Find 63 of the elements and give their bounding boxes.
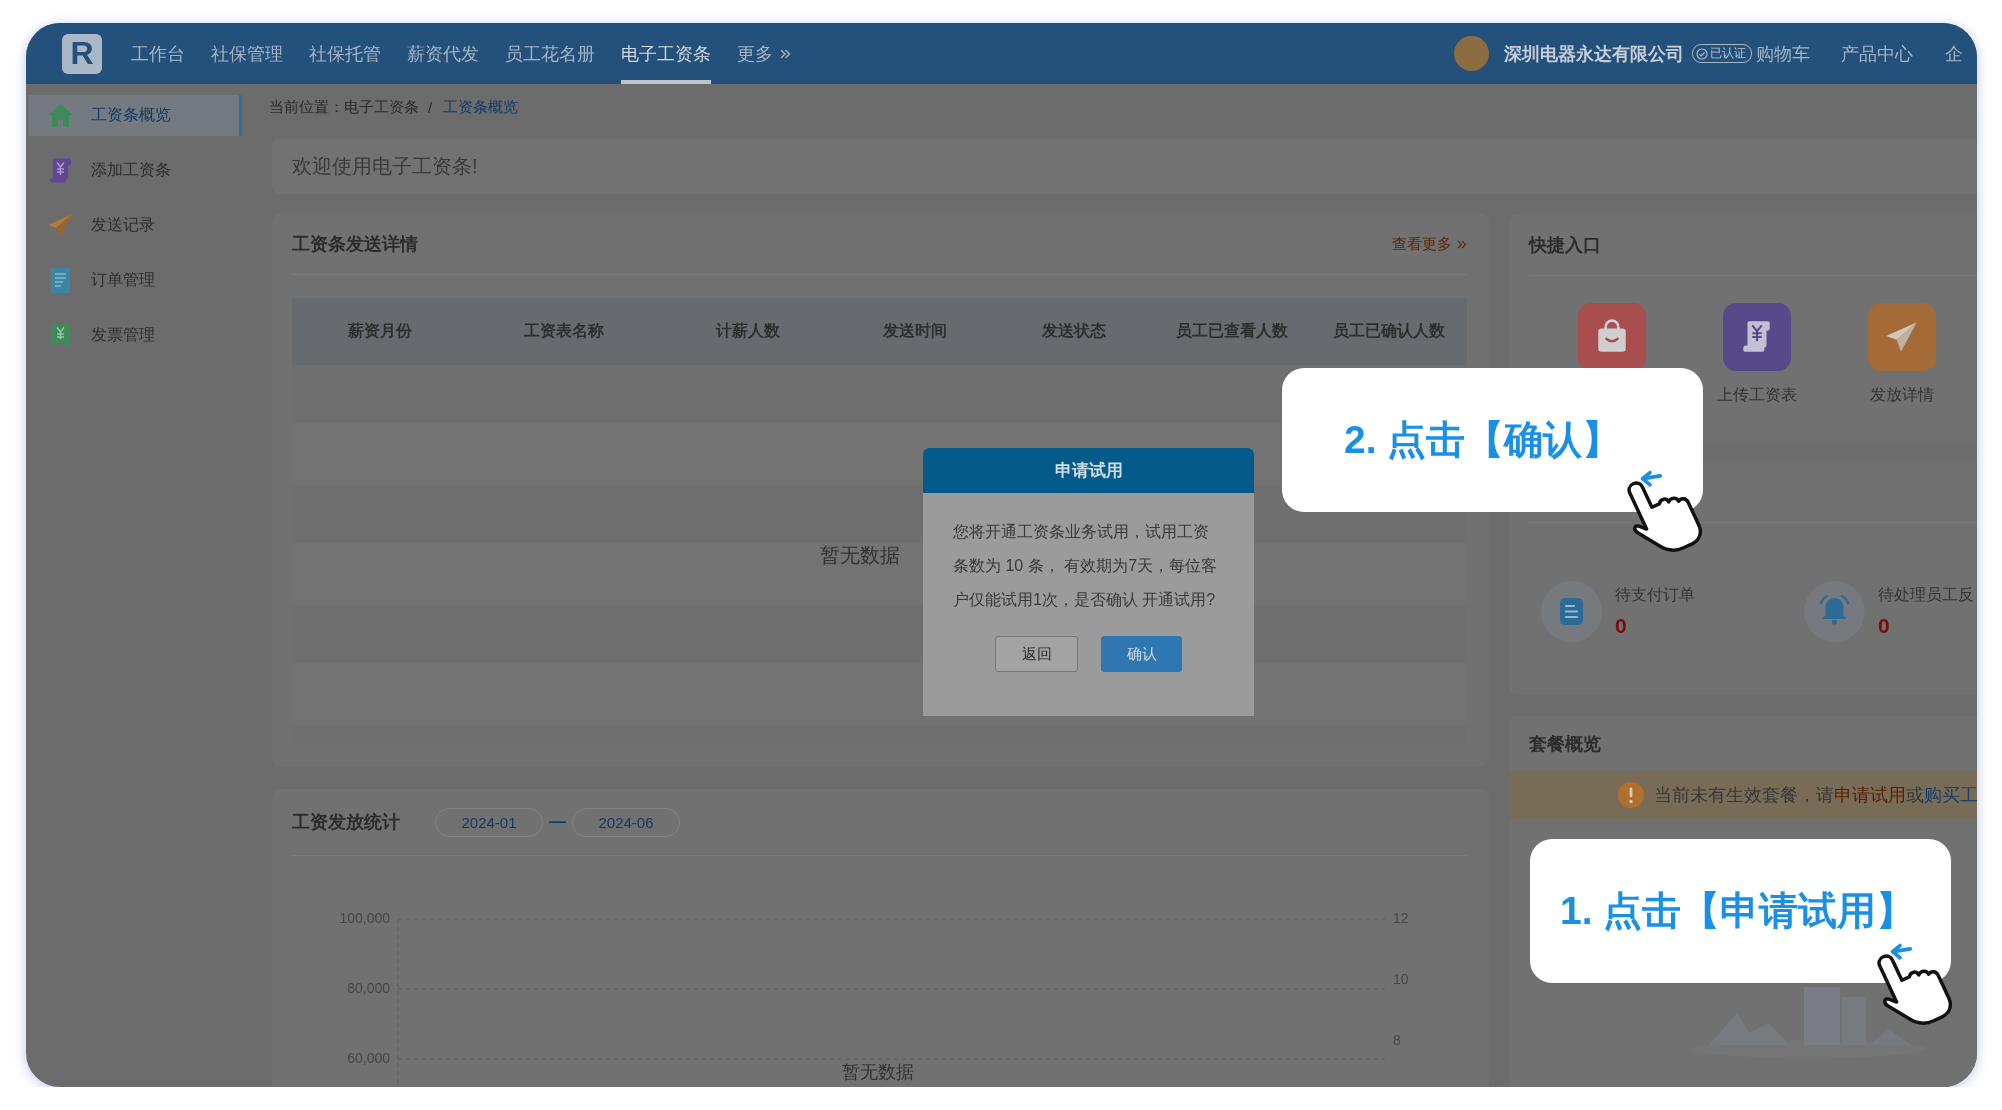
nav-tab[interactable]: 电子工资条 [621,23,711,84]
card-title: 工资条发送详情 [292,233,418,256]
warning-icon [1618,782,1644,808]
callout-text: 2. 点击【确认】 [1344,417,1622,463]
paper-plane-icon[interactable] [1867,303,1936,371]
welcome-text: 欢迎使用电子工资条! [292,153,478,179]
callout-text: 1. 点击【申请试用】 [1560,888,1916,934]
shopping-bag-icon[interactable] [1577,303,1646,371]
back-button[interactable]: 返回 [995,636,1078,672]
todo-label: 待支付订单 [1615,585,1695,605]
notice-text: 当前未有生效套餐，请申请试用或购买工 [1654,784,1977,807]
column-header: 发送时间 [882,321,947,341]
nav-link[interactable]: 企 [1945,41,1963,66]
column-header: 计薪人数 [715,321,780,341]
column-header: 工资表名称 [524,321,604,341]
paper-plane-icon [47,212,74,239]
view-more-link[interactable]: 查看更多 [1392,234,1467,254]
dialog-title: 申请试用 [1054,460,1123,482]
nav-tab[interactable]: 工作台 [131,23,185,84]
company-name[interactable]: 深圳电器永达有限公司 [1504,41,1684,66]
todo-label: 待处理员工反 [1878,585,1974,605]
todo-count[interactable]: 0 [1878,614,1974,638]
empty-text: 暂无数据 [819,542,900,568]
apply-trial-link[interactable]: 申请试用 [1834,785,1906,805]
column-header: 发送状态 [1041,321,1106,341]
scroll-icon [47,157,74,184]
verified-label: 已认证 [1710,45,1746,62]
buy-link[interactable]: 购买工 [1924,785,1977,805]
column-header: 员工已确认人数 [1332,321,1445,341]
nav-tab[interactable]: 社保托管 [309,23,381,84]
card-title: 快捷入口 [1529,233,1601,257]
sidebar-item[interactable]: 工资条概览 [29,95,242,136]
card-title: 套餐概览 [1529,732,1601,756]
sidebar-item[interactable]: 发送记录 [29,205,242,246]
sidebar-item[interactable]: 添加工资条 [29,150,242,191]
breadcrumb-link[interactable]: 电子工资条 [344,97,419,117]
nav-tab[interactable]: 薪资代发 [407,23,479,84]
logo[interactable]: R [62,33,102,74]
nav-tab[interactable]: 员工花名册 [505,23,595,84]
date-separator: — [549,812,566,832]
home-icon [47,102,74,129]
scroll-icon[interactable] [1722,303,1791,371]
nav-link[interactable]: 购物车 [1756,41,1810,66]
sidebar-item[interactable]: 订单管理 [29,260,242,301]
nav-tab[interactable]: 社保管理 [211,23,283,84]
breadcrumb-separator: / [428,98,433,116]
shortcut-label[interactable]: 发放详情 [1869,385,1934,406]
sidebar-item[interactable]: 发票管理 [29,315,242,356]
company-avatar[interactable] [1454,36,1489,71]
confirm-button[interactable]: 确认 [1101,636,1182,672]
dialog-message: 您将开通工资条业务试用，试用工资 条数为 10 条， 有效期为7天，每位客 户仅能试用1次，是否确认 开通试用? [952,522,1219,610]
nav-link[interactable]: 产品中心 [1841,41,1913,66]
breadcrumb-label: 当前位置： [269,97,344,117]
todo-count[interactable]: 0 [1615,614,1695,638]
empty-chart-text: 暂无数据 [842,1062,914,1082]
column-header: 员工已查看人数 [1175,321,1288,341]
document-icon[interactable] [1541,581,1602,642]
check-circle-icon [1696,47,1708,60]
card-title: 工资发放统计 [292,811,400,834]
breadcrumb-link[interactable]: 工资条概览 [443,97,519,117]
double-chevron-icon [1456,238,1467,250]
column-header: 薪资月份 [348,321,412,341]
nav-tab[interactable]: 更多 [737,23,791,84]
